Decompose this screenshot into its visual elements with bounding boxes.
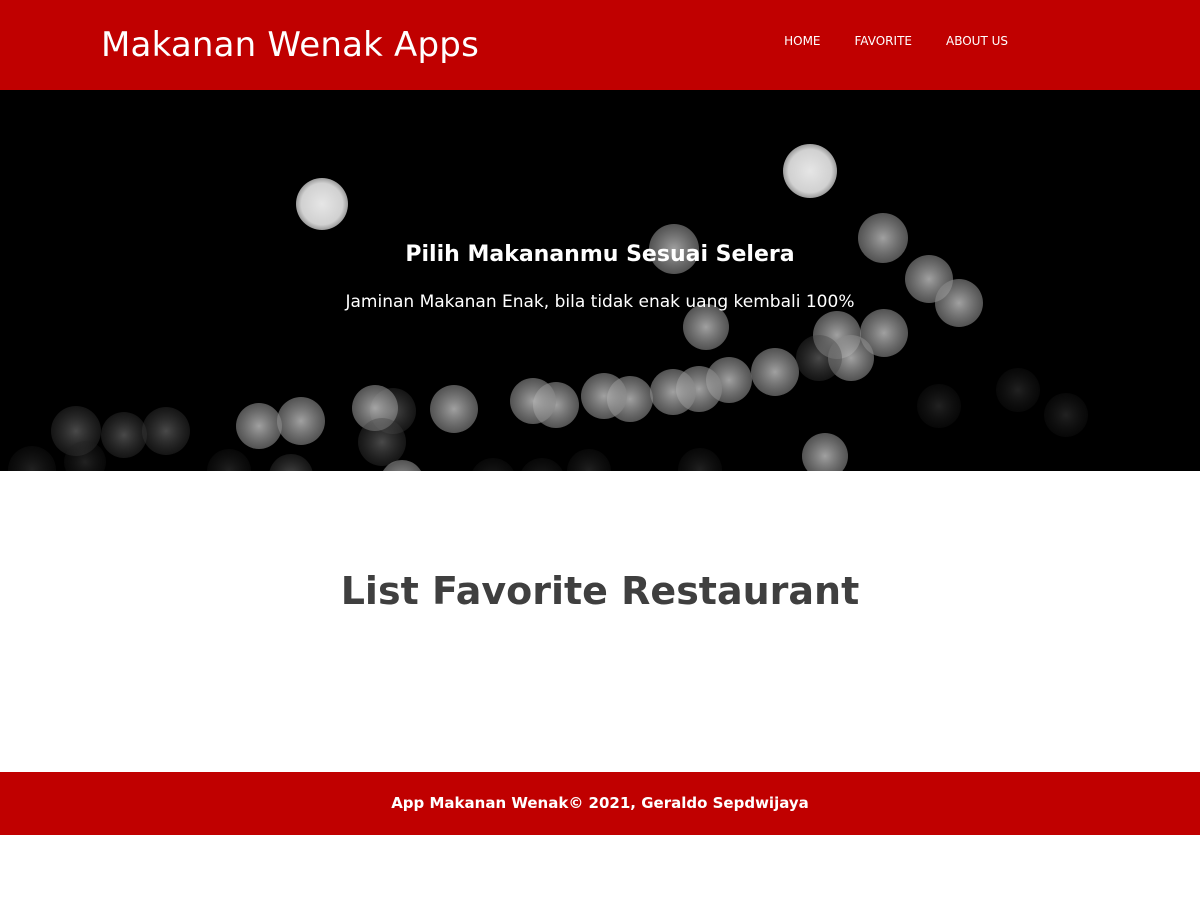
main-content: List Favorite Restaurant [0, 471, 1200, 772]
nav-favorite-link[interactable]: FAVORITE [855, 31, 912, 51]
app-title: Makanan Wenak Apps [101, 25, 479, 65]
page-title: List Favorite Restaurant [340, 569, 860, 613]
app-header: Makanan Wenak Apps HOME FAVORITE ABOUT U… [0, 0, 1200, 90]
hero-subtitle: Jaminan Makanan Enak, bila tidak enak ua… [345, 292, 855, 312]
footer-copyright: App Makanan Wenak© 2021, Geraldo Sepdwij… [391, 794, 809, 812]
hero-bokeh-image [8, 144, 1088, 471]
app-footer: App Makanan Wenak© 2021, Geraldo Sepdwij… [0, 772, 1200, 835]
hero-section: Pilih Makananmu Sesuai Selera Jaminan Ma… [0, 90, 1200, 471]
main-nav: HOME FAVORITE ABOUT US [784, 31, 1008, 51]
nav-about-us-link[interactable]: ABOUT US [946, 31, 1008, 51]
nav-home-link[interactable]: HOME [784, 31, 820, 51]
hero-title: Pilih Makananmu Sesuai Selera [405, 242, 795, 267]
